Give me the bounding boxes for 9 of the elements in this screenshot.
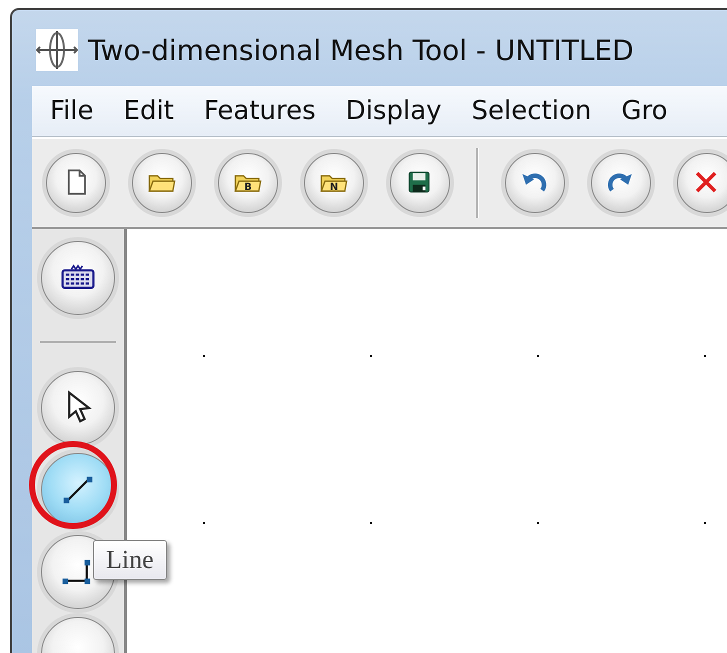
window-title: Two-dimensional Mesh Tool - UNTITLED — [88, 34, 634, 66]
app-icon — [36, 29, 78, 71]
menu-item[interactable]: File — [50, 96, 94, 126]
menu-item[interactable]: Edit — [124, 96, 174, 126]
tooltip: Line — [93, 540, 167, 580]
menu-item[interactable]: Selection — [472, 96, 592, 126]
menu-item[interactable]: Gro — [621, 96, 668, 126]
menu-item[interactable]: Features — [204, 96, 316, 126]
menu-item[interactable]: Display — [346, 96, 442, 126]
